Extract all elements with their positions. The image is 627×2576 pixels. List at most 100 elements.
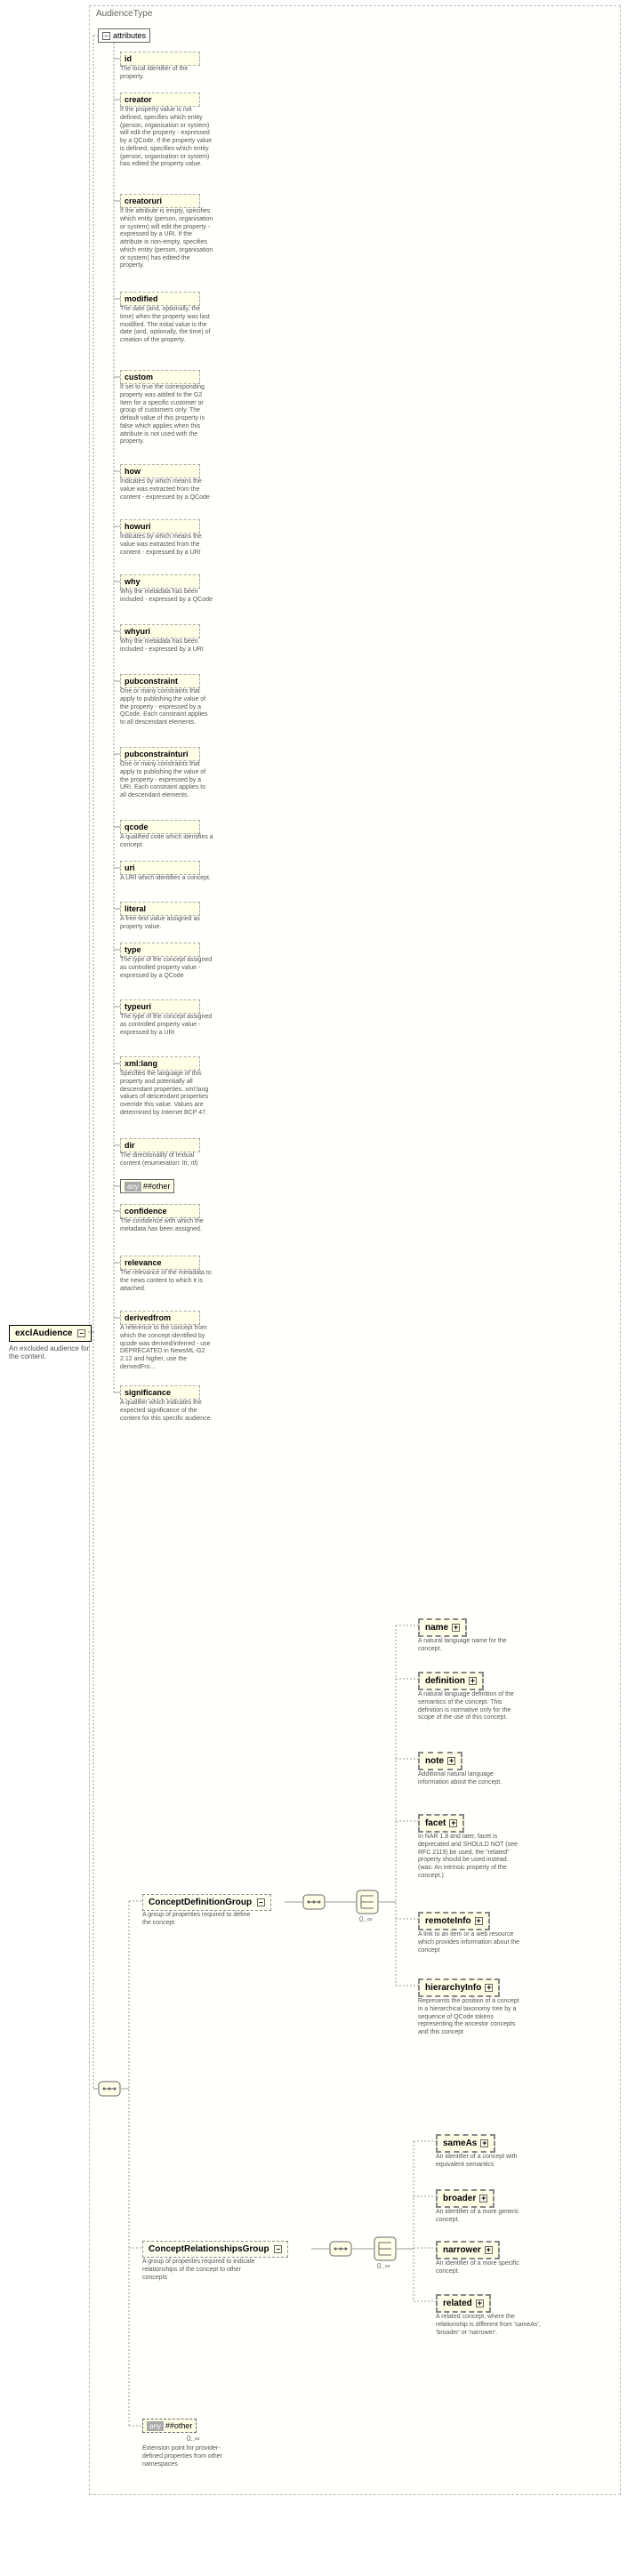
- attr-dir: dir: [120, 1138, 200, 1152]
- group-label: ConceptDefinitionGroup: [149, 1898, 252, 1907]
- attr-whyuri: whyuri: [120, 624, 200, 638]
- elem-related-desc: A related concept, where the relationshi…: [436, 2314, 543, 2337]
- occurs-label: 0..∞: [359, 1915, 373, 1923]
- attr-modified: modified: [120, 292, 200, 306]
- minus-icon[interactable]: −: [257, 1898, 265, 1906]
- attr-id-desc: The local identifier of the property.: [120, 66, 213, 82]
- attr-custom: custom: [120, 370, 200, 384]
- elem-sameas-desc: An identifier of a concept with equivale…: [436, 2154, 543, 2170]
- minus-icon[interactable]: −: [274, 2245, 282, 2253]
- any-other-desc: Extension point for provider-defined pro…: [142, 2445, 240, 2468]
- occurs-label: 0..∞: [187, 2435, 200, 2443]
- attr-relevance-desc: The relevance of the metadata to the new…: [120, 1270, 213, 1293]
- choice-connector: [356, 1890, 379, 1914]
- attr-derivedfrom: derivedfrom: [120, 1311, 200, 1325]
- choice-connector: [374, 2236, 397, 2261]
- attr-why: why: [120, 574, 200, 589]
- plus-icon[interactable]: +: [480, 2139, 488, 2147]
- root-element-desc: An excluded audience for the content.: [9, 1344, 98, 1360]
- attr-uri-desc: A URI which identifies a concept.: [120, 875, 213, 883]
- attr-confidence-desc: The confidence with which the metadata h…: [120, 1218, 213, 1234]
- group-label: ConceptRelationshipsGroup: [149, 2244, 269, 2254]
- attr-howuri-desc: Indicates by which means the value was e…: [120, 534, 213, 557]
- any-other-attr: any##other: [120, 1179, 174, 1193]
- attr-creatoruri-desc: If the attribute is empty, specifies whi…: [120, 208, 213, 270]
- sequence-connector: [329, 2241, 352, 2257]
- elem-sameas[interactable]: sameAs+: [436, 2134, 495, 2153]
- attr-literal: literal: [120, 902, 200, 916]
- attr-type: type: [120, 943, 200, 957]
- attr-creatoruri: creatoruri: [120, 194, 200, 208]
- attr-modified-desc: The date (and, optionally, the time) whe…: [120, 306, 213, 345]
- attr-how-desc: Indicates by which means the value was e…: [120, 478, 213, 502]
- elem-hierarchyinfo[interactable]: hierarchyInfo+: [418, 1978, 500, 1997]
- root-element-label: exclAudience: [15, 1328, 72, 1338]
- attr-significance: significance: [120, 1385, 200, 1400]
- concept-relationships-group[interactable]: ConceptRelationshipsGroup −: [142, 2241, 288, 2258]
- plus-icon[interactable]: +: [452, 1624, 460, 1632]
- attr-uri: uri: [120, 861, 200, 875]
- any-prefix: any: [147, 2421, 164, 2431]
- elem-remoteinfo-desc: A link to an item or a web resource whic…: [418, 1931, 525, 1954]
- attr-howuri: howuri: [120, 519, 200, 534]
- concept-definition-group[interactable]: ConceptDefinitionGroup −: [142, 1894, 271, 1911]
- plus-icon[interactable]: +: [447, 1757, 455, 1765]
- attr-relevance: relevance: [120, 1256, 200, 1270]
- attr-pubconstrainturi-desc: One or many constraints that apply to pu…: [120, 761, 213, 800]
- attr-id: id: [120, 52, 200, 66]
- minus-icon[interactable]: −: [77, 1329, 85, 1337]
- elem-related[interactable]: related+: [436, 2294, 491, 2313]
- elem-hierarchyinfo-desc: Represents the position of a concept in …: [418, 1998, 525, 2037]
- attr-type-desc: The type of the concept assigned as cont…: [120, 957, 213, 980]
- attr-creator: creator: [120, 92, 200, 107]
- plus-icon[interactable]: +: [469, 1677, 477, 1685]
- attr-why-desc: Why the metadata has been included - exp…: [120, 589, 213, 605]
- sequence-connector: [302, 1894, 326, 1910]
- plus-icon[interactable]: +: [479, 2195, 487, 2203]
- elem-narrower-desc: An identifier of a more specific concept…: [436, 2260, 543, 2276]
- elem-note-desc: Additional natural language information …: [418, 1771, 525, 1787]
- elem-narrower[interactable]: narrower+: [436, 2241, 500, 2259]
- attr-creator-desc: If the property value is not defined, sp…: [120, 107, 213, 169]
- attr-pubconstrainturi: pubconstrainturi: [120, 747, 200, 761]
- elem-facet[interactable]: facet+: [418, 1814, 464, 1833]
- attr-derivedfrom-desc: A reference to the concept from which th…: [120, 1325, 213, 1372]
- attr-custom-desc: If set to true the corresponding propert…: [120, 384, 213, 446]
- attr-pubconstraint: pubconstraint: [120, 674, 200, 688]
- plus-icon[interactable]: +: [475, 1917, 483, 1925]
- sequence-connector: [98, 2081, 121, 2097]
- any-prefix: any: [125, 1182, 141, 1192]
- plus-icon[interactable]: +: [485, 2246, 493, 2254]
- attributes-box[interactable]: −attributes: [98, 28, 150, 43]
- type-label: AudienceType: [96, 9, 152, 19]
- attr-typeuri-desc: The type of the concept assigned as cont…: [120, 1014, 213, 1037]
- attr-qcode: qcode: [120, 820, 200, 834]
- elem-remoteinfo[interactable]: remoteInfo+: [418, 1912, 490, 1930]
- elem-note[interactable]: note+: [418, 1752, 462, 1770]
- plus-icon[interactable]: +: [449, 1819, 457, 1827]
- any-other-element: any##other: [142, 2419, 197, 2433]
- elem-facet-desc: In NAR 1.8 and later, facet is deprecate…: [418, 1834, 525, 1881]
- attr-xmllang: xml:lang: [120, 1056, 200, 1071]
- any-label: ##other: [165, 2421, 193, 2430]
- elem-name[interactable]: name+: [418, 1618, 467, 1637]
- plus-icon[interactable]: +: [476, 2299, 484, 2307]
- root-element[interactable]: exclAudience −: [9, 1325, 92, 1342]
- elem-definition[interactable]: definition+: [418, 1672, 484, 1690]
- elem-definition-desc: A natural language definition of the sem…: [418, 1691, 525, 1722]
- attr-whyuri-desc: Why the metadata has been included - exp…: [120, 638, 213, 654]
- attr-pubconstraint-desc: One or many constraints that apply to pu…: [120, 688, 213, 727]
- attr-xmllang-desc: Specifies the language of this property …: [120, 1071, 213, 1118]
- elem-broader-desc: An identifier of a more generic concept.: [436, 2209, 543, 2225]
- attr-how: how: [120, 464, 200, 478]
- any-label: ##other: [143, 1182, 171, 1191]
- attr-confidence: confidence: [120, 1204, 200, 1218]
- attributes-label: attributes: [113, 31, 146, 40]
- attr-typeuri: typeuri: [120, 999, 200, 1014]
- plus-icon[interactable]: +: [485, 1984, 493, 1992]
- minus-icon[interactable]: −: [102, 32, 110, 40]
- attr-dir-desc: The directionality of textual content (e…: [120, 1152, 213, 1168]
- attr-significance-desc: A qualifier which indicates the expected…: [120, 1400, 213, 1423]
- elem-broader[interactable]: broader+: [436, 2189, 494, 2208]
- elem-name-desc: A natural language name for the concept.: [418, 1638, 525, 1654]
